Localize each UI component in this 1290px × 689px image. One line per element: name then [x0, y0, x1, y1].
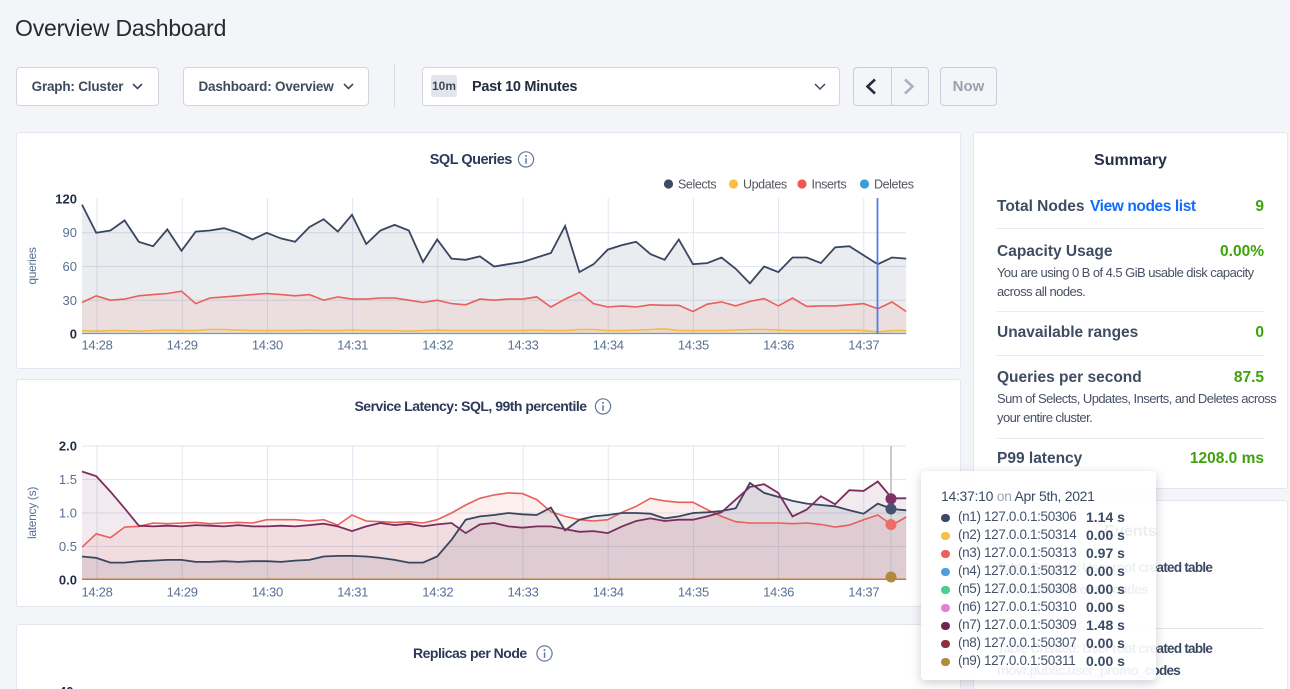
svg-text:14:30: 14:30 [252, 338, 283, 353]
svg-text:Deletes: Deletes [874, 178, 914, 192]
svg-text:Selects: Selects [678, 178, 716, 192]
svg-text:14:37: 14:37 [848, 585, 879, 600]
svg-text:Service Latency: SQL, 99th per: Service Latency: SQL, 99th percentile [354, 398, 587, 414]
svg-text:1.0: 1.0 [59, 506, 77, 521]
svg-text:14:37: 14:37 [848, 338, 879, 353]
svg-text:14:32: 14:32 [422, 585, 453, 600]
svg-text:30: 30 [63, 293, 77, 308]
svg-text:latency (s): latency (s) [25, 487, 39, 539]
svg-text:1.5: 1.5 [59, 472, 77, 487]
svg-text:14:35: 14:35 [678, 338, 709, 353]
svg-text:0.5: 0.5 [59, 539, 77, 554]
svg-text:14:29: 14:29 [167, 585, 198, 600]
svg-text:14:34: 14:34 [593, 585, 624, 600]
svg-text:2.0: 2.0 [59, 439, 77, 454]
svg-text:0: 0 [70, 327, 77, 342]
svg-text:SQL Queries: SQL Queries [430, 152, 513, 168]
svg-text:14:35: 14:35 [678, 585, 709, 600]
svg-text:14:28: 14:28 [81, 585, 112, 600]
svg-text:90: 90 [63, 225, 77, 240]
svg-text:0.0: 0.0 [59, 573, 77, 588]
svg-text:14:36: 14:36 [763, 585, 794, 600]
svg-text:14:29: 14:29 [167, 338, 198, 353]
svg-text:60: 60 [63, 259, 77, 274]
svg-text:Inserts: Inserts [812, 178, 847, 192]
svg-text:14:31: 14:31 [337, 585, 368, 600]
svg-text:14:31: 14:31 [337, 338, 368, 353]
svg-text:Updates: Updates [743, 178, 787, 192]
svg-text:14:36: 14:36 [763, 338, 794, 353]
svg-text:14:30: 14:30 [252, 585, 283, 600]
svg-text:14:33: 14:33 [507, 585, 538, 600]
svg-text:queries: queries [25, 247, 39, 285]
svg-text:14:28: 14:28 [81, 338, 112, 353]
svg-text:120: 120 [55, 192, 77, 207]
svg-text:14:34: 14:34 [593, 338, 624, 353]
svg-text:14:33: 14:33 [507, 338, 538, 353]
svg-text:14:32: 14:32 [422, 338, 453, 353]
